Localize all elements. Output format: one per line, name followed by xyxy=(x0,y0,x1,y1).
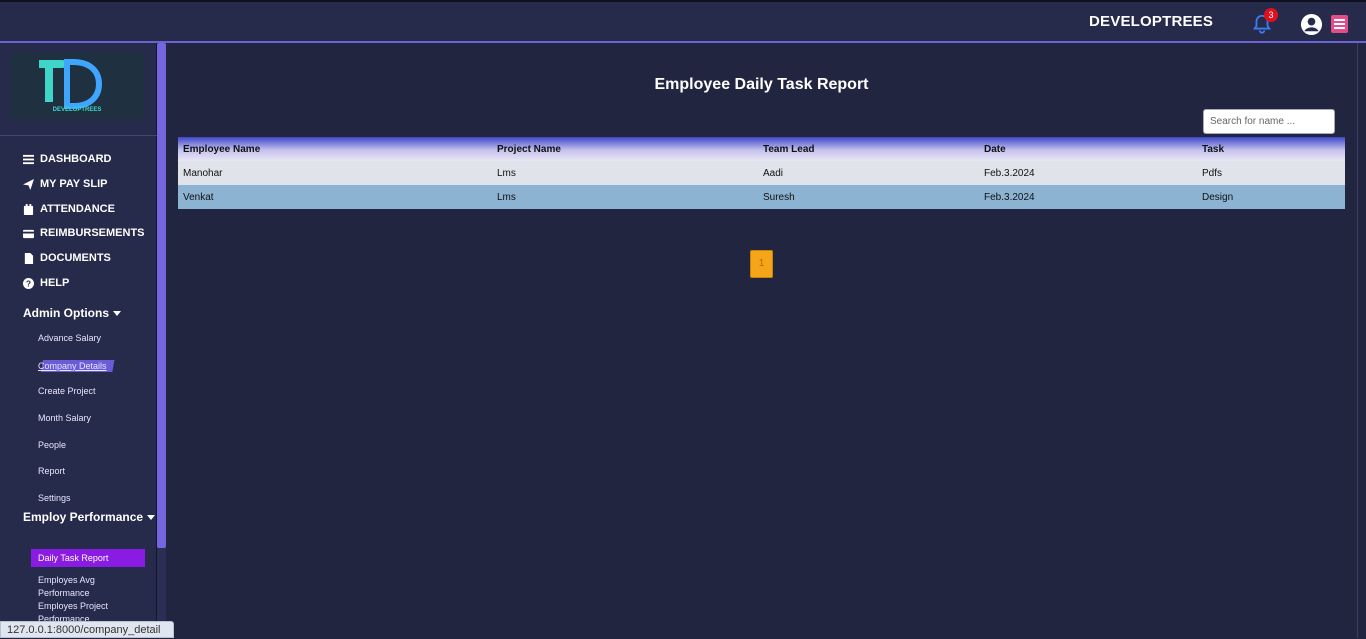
nav-label: REIMBURSEMENTS xyxy=(40,227,145,239)
logo-wordmark: DEVELOPTREES xyxy=(53,107,102,113)
page-scrollbar[interactable] xyxy=(1357,43,1366,638)
admin-item-settings[interactable]: Settings xyxy=(38,493,71,503)
cell-task: Design xyxy=(1197,185,1345,209)
list-icon xyxy=(23,154,34,164)
status-bar-url: 127.0.0.1:8000/company_detail xyxy=(0,621,174,638)
cell-project-name: Lms xyxy=(492,185,758,209)
column-header-employee-name[interactable]: Employee Name xyxy=(178,137,492,161)
user-account-icon[interactable] xyxy=(1300,13,1323,36)
column-header-task[interactable]: Task xyxy=(1197,137,1345,161)
table-row[interactable]: Manohar Lms Aadi Feb.3.2024 Pdfs xyxy=(178,161,1345,185)
top-navbar: DEVELOPTREES 3 xyxy=(0,0,1366,43)
hamburger-menu-icon[interactable] xyxy=(1331,15,1348,33)
cell-employee-name: Manohar xyxy=(178,161,492,185)
table-header-row: Employee Name Project Name Team Lead Dat… xyxy=(178,137,1345,161)
cell-date: Feb.3.2024 xyxy=(979,161,1197,185)
nav-label: ATTENDANCE xyxy=(40,203,115,215)
document-icon xyxy=(24,252,34,264)
admin-item-create-project[interactable]: Create Project xyxy=(38,386,96,396)
cell-employee-name: Venkat xyxy=(178,185,492,209)
cell-team-lead: Suresh xyxy=(758,185,979,209)
admin-item-people[interactable]: People xyxy=(38,440,66,450)
perf-item-daily-task-report[interactable]: Daily Task Report xyxy=(31,549,145,567)
cell-team-lead: Aadi xyxy=(758,161,979,185)
nav-label: DASHBOARD xyxy=(40,153,112,165)
cell-date: Feb.3.2024 xyxy=(979,185,1197,209)
cell-project-name: Lms xyxy=(492,161,758,185)
sidebar: DEVELOPTREES DASHBOARD MY PAY SLIP ATTEN… xyxy=(0,43,157,638)
perf-item-employes-avg-performance[interactable]: Employes Avg Performance xyxy=(38,574,116,600)
nav-attendance[interactable]: ATTENDANCE xyxy=(23,201,115,217)
logo-graphic: DEVELOPTREES xyxy=(11,52,144,119)
admin-options-toggle[interactable]: Admin Options xyxy=(23,306,121,320)
admin-item-company-details[interactable]: Company Details xyxy=(38,360,119,372)
search-input[interactable] xyxy=(1203,109,1335,134)
nav-reimbursements[interactable]: REIMBURSEMENTS xyxy=(23,225,145,241)
admin-item-report[interactable]: Report xyxy=(38,466,65,476)
calendar-icon xyxy=(23,203,34,215)
pagination-page-button[interactable]: 1 xyxy=(750,250,773,278)
question-circle-icon: ? xyxy=(23,277,34,289)
company-logo[interactable]: DEVELOPTREES xyxy=(11,52,144,119)
nav-label: DOCUMENTS xyxy=(40,252,111,264)
table-row[interactable]: Venkat Lms Suresh Feb.3.2024 Design xyxy=(178,185,1345,209)
caret-down-icon xyxy=(113,310,121,316)
nav-label: HELP xyxy=(40,277,70,289)
sidebar-divider xyxy=(0,135,157,136)
task-report-table: Employee Name Project Name Team Lead Dat… xyxy=(178,137,1345,209)
cell-task: Pdfs xyxy=(1197,161,1345,185)
column-header-project-name[interactable]: Project Name xyxy=(492,137,758,161)
admin-item-month-salary[interactable]: Month Salary xyxy=(38,413,91,423)
admin-item-advance-salary[interactable]: Advance Salary xyxy=(38,333,101,343)
nav-dashboard[interactable]: DASHBOARD xyxy=(23,151,112,167)
nav-help[interactable]: ? HELP xyxy=(23,275,69,291)
svg-text:?: ? xyxy=(26,279,31,288)
nav-documents[interactable]: DOCUMENTS xyxy=(23,250,111,266)
sidebar-scrollbar-thumb[interactable] xyxy=(157,43,166,548)
nav-my-pay-slip[interactable]: MY PAY SLIP xyxy=(23,176,107,192)
nav-label: MY PAY SLIP xyxy=(40,178,108,190)
column-header-team-lead[interactable]: Team Lead xyxy=(758,137,979,161)
section-label: Employ Performance xyxy=(23,510,144,524)
column-header-date[interactable]: Date xyxy=(979,137,1197,161)
page-title: Employee Daily Task Report xyxy=(654,76,869,93)
section-label: Admin Options xyxy=(23,306,109,320)
notification-badge: 3 xyxy=(1264,8,1278,22)
brand-name[interactable]: DEVELOPTREES xyxy=(1089,13,1213,30)
employ-performance-toggle[interactable]: Employ Performance xyxy=(23,510,156,524)
sidebar-scrollbar[interactable] xyxy=(157,43,166,638)
caret-down-icon xyxy=(147,514,156,520)
paper-plane-icon xyxy=(23,178,34,190)
credit-card-icon xyxy=(23,229,34,238)
